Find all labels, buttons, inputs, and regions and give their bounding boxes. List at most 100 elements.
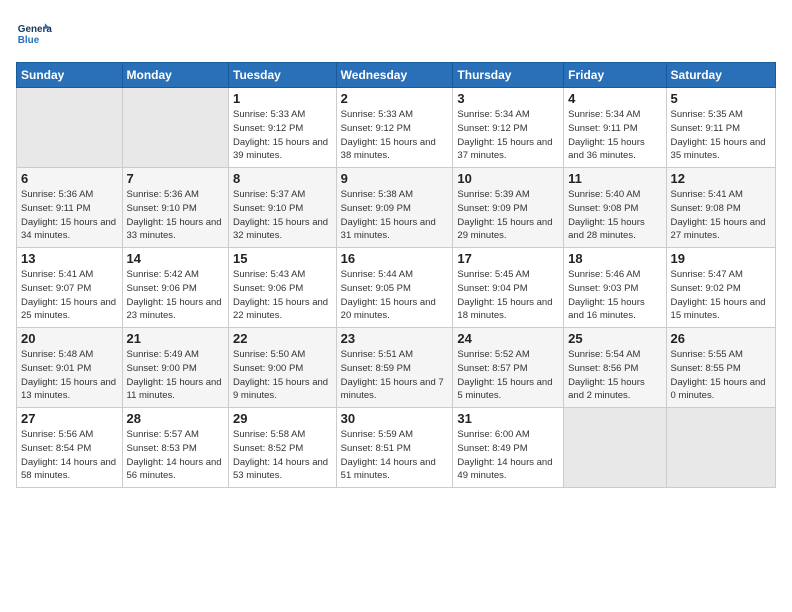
calendar-day-cell: 6 Sunrise: 5:36 AM Sunset: 9:11 PM Dayli… xyxy=(17,168,123,248)
calendar-day-cell xyxy=(666,408,775,488)
page-header: General Blue xyxy=(16,16,776,52)
day-number: 23 xyxy=(341,331,449,346)
calendar-week-row: 1 Sunrise: 5:33 AM Sunset: 9:12 PM Dayli… xyxy=(17,88,776,168)
weekday-header: Thursday xyxy=(453,63,564,88)
calendar-day-cell: 29 Sunrise: 5:58 AM Sunset: 8:52 PM Dayl… xyxy=(229,408,337,488)
day-number: 14 xyxy=(127,251,224,266)
day-number: 27 xyxy=(21,411,118,426)
day-info: Sunrise: 5:55 AM Sunset: 8:55 PM Dayligh… xyxy=(671,348,771,403)
weekday-header: Friday xyxy=(564,63,666,88)
calendar-day-cell: 9 Sunrise: 5:38 AM Sunset: 9:09 PM Dayli… xyxy=(336,168,453,248)
calendar-day-cell: 18 Sunrise: 5:46 AM Sunset: 9:03 PM Dayl… xyxy=(564,248,666,328)
day-info: Sunrise: 5:59 AM Sunset: 8:51 PM Dayligh… xyxy=(341,428,449,483)
logo: General Blue xyxy=(16,16,52,52)
calendar-day-cell: 5 Sunrise: 5:35 AM Sunset: 9:11 PM Dayli… xyxy=(666,88,775,168)
day-info: Sunrise: 5:50 AM Sunset: 9:00 PM Dayligh… xyxy=(233,348,332,403)
day-number: 5 xyxy=(671,91,771,106)
calendar-day-cell xyxy=(122,88,228,168)
day-number: 19 xyxy=(671,251,771,266)
day-number: 17 xyxy=(457,251,559,266)
day-info: Sunrise: 5:54 AM Sunset: 8:56 PM Dayligh… xyxy=(568,348,661,403)
calendar-week-row: 27 Sunrise: 5:56 AM Sunset: 8:54 PM Dayl… xyxy=(17,408,776,488)
calendar-day-cell: 26 Sunrise: 5:55 AM Sunset: 8:55 PM Dayl… xyxy=(666,328,775,408)
day-info: Sunrise: 6:00 AM Sunset: 8:49 PM Dayligh… xyxy=(457,428,559,483)
day-info: Sunrise: 5:58 AM Sunset: 8:52 PM Dayligh… xyxy=(233,428,332,483)
day-info: Sunrise: 5:45 AM Sunset: 9:04 PM Dayligh… xyxy=(457,268,559,323)
calendar-day-cell: 15 Sunrise: 5:43 AM Sunset: 9:06 PM Dayl… xyxy=(229,248,337,328)
calendar-day-cell: 31 Sunrise: 6:00 AM Sunset: 8:49 PM Dayl… xyxy=(453,408,564,488)
calendar-day-cell: 19 Sunrise: 5:47 AM Sunset: 9:02 PM Dayl… xyxy=(666,248,775,328)
day-number: 28 xyxy=(127,411,224,426)
calendar-day-cell: 13 Sunrise: 5:41 AM Sunset: 9:07 PM Dayl… xyxy=(17,248,123,328)
calendar-day-cell: 16 Sunrise: 5:44 AM Sunset: 9:05 PM Dayl… xyxy=(336,248,453,328)
day-number: 7 xyxy=(127,171,224,186)
weekday-header: Saturday xyxy=(666,63,775,88)
day-number: 22 xyxy=(233,331,332,346)
calendar-day-cell: 8 Sunrise: 5:37 AM Sunset: 9:10 PM Dayli… xyxy=(229,168,337,248)
weekday-header: Tuesday xyxy=(229,63,337,88)
day-info: Sunrise: 5:35 AM Sunset: 9:11 PM Dayligh… xyxy=(671,108,771,163)
day-number: 4 xyxy=(568,91,661,106)
calendar-day-cell: 7 Sunrise: 5:36 AM Sunset: 9:10 PM Dayli… xyxy=(122,168,228,248)
calendar-day-cell: 24 Sunrise: 5:52 AM Sunset: 8:57 PM Dayl… xyxy=(453,328,564,408)
day-info: Sunrise: 5:33 AM Sunset: 9:12 PM Dayligh… xyxy=(341,108,449,163)
day-info: Sunrise: 5:36 AM Sunset: 9:11 PM Dayligh… xyxy=(21,188,118,243)
day-number: 18 xyxy=(568,251,661,266)
calendar-day-cell: 22 Sunrise: 5:50 AM Sunset: 9:00 PM Dayl… xyxy=(229,328,337,408)
day-number: 29 xyxy=(233,411,332,426)
day-info: Sunrise: 5:36 AM Sunset: 9:10 PM Dayligh… xyxy=(127,188,224,243)
day-info: Sunrise: 5:33 AM Sunset: 9:12 PM Dayligh… xyxy=(233,108,332,163)
calendar-day-cell: 20 Sunrise: 5:48 AM Sunset: 9:01 PM Dayl… xyxy=(17,328,123,408)
day-number: 20 xyxy=(21,331,118,346)
svg-text:Blue: Blue xyxy=(18,35,40,46)
day-number: 13 xyxy=(21,251,118,266)
day-info: Sunrise: 5:52 AM Sunset: 8:57 PM Dayligh… xyxy=(457,348,559,403)
day-number: 24 xyxy=(457,331,559,346)
weekday-header: Monday xyxy=(122,63,228,88)
day-info: Sunrise: 5:51 AM Sunset: 8:59 PM Dayligh… xyxy=(341,348,449,403)
calendar-day-cell: 17 Sunrise: 5:45 AM Sunset: 9:04 PM Dayl… xyxy=(453,248,564,328)
day-number: 3 xyxy=(457,91,559,106)
calendar-day-cell: 28 Sunrise: 5:57 AM Sunset: 8:53 PM Dayl… xyxy=(122,408,228,488)
day-number: 8 xyxy=(233,171,332,186)
day-info: Sunrise: 5:42 AM Sunset: 9:06 PM Dayligh… xyxy=(127,268,224,323)
day-number: 31 xyxy=(457,411,559,426)
day-number: 6 xyxy=(21,171,118,186)
day-number: 21 xyxy=(127,331,224,346)
day-info: Sunrise: 5:43 AM Sunset: 9:06 PM Dayligh… xyxy=(233,268,332,323)
day-info: Sunrise: 5:37 AM Sunset: 9:10 PM Dayligh… xyxy=(233,188,332,243)
weekday-header-row: SundayMondayTuesdayWednesdayThursdayFrid… xyxy=(17,63,776,88)
day-number: 12 xyxy=(671,171,771,186)
calendar-day-cell: 14 Sunrise: 5:42 AM Sunset: 9:06 PM Dayl… xyxy=(122,248,228,328)
calendar-day-cell: 25 Sunrise: 5:54 AM Sunset: 8:56 PM Dayl… xyxy=(564,328,666,408)
day-number: 25 xyxy=(568,331,661,346)
logo-icon: General Blue xyxy=(16,16,52,52)
calendar-table: SundayMondayTuesdayWednesdayThursdayFrid… xyxy=(16,62,776,488)
day-info: Sunrise: 5:38 AM Sunset: 9:09 PM Dayligh… xyxy=(341,188,449,243)
day-info: Sunrise: 5:47 AM Sunset: 9:02 PM Dayligh… xyxy=(671,268,771,323)
day-info: Sunrise: 5:40 AM Sunset: 9:08 PM Dayligh… xyxy=(568,188,661,243)
day-number: 30 xyxy=(341,411,449,426)
calendar-week-row: 20 Sunrise: 5:48 AM Sunset: 9:01 PM Dayl… xyxy=(17,328,776,408)
calendar-day-cell: 3 Sunrise: 5:34 AM Sunset: 9:12 PM Dayli… xyxy=(453,88,564,168)
day-number: 1 xyxy=(233,91,332,106)
calendar-day-cell: 2 Sunrise: 5:33 AM Sunset: 9:12 PM Dayli… xyxy=(336,88,453,168)
day-info: Sunrise: 5:39 AM Sunset: 9:09 PM Dayligh… xyxy=(457,188,559,243)
day-info: Sunrise: 5:34 AM Sunset: 9:12 PM Dayligh… xyxy=(457,108,559,163)
calendar-day-cell: 11 Sunrise: 5:40 AM Sunset: 9:08 PM Dayl… xyxy=(564,168,666,248)
day-number: 15 xyxy=(233,251,332,266)
day-info: Sunrise: 5:41 AM Sunset: 9:08 PM Dayligh… xyxy=(671,188,771,243)
calendar-day-cell: 12 Sunrise: 5:41 AM Sunset: 9:08 PM Dayl… xyxy=(666,168,775,248)
day-number: 10 xyxy=(457,171,559,186)
calendar-day-cell: 30 Sunrise: 5:59 AM Sunset: 8:51 PM Dayl… xyxy=(336,408,453,488)
calendar-day-cell: 1 Sunrise: 5:33 AM Sunset: 9:12 PM Dayli… xyxy=(229,88,337,168)
calendar-day-cell xyxy=(564,408,666,488)
day-info: Sunrise: 5:57 AM Sunset: 8:53 PM Dayligh… xyxy=(127,428,224,483)
weekday-header: Sunday xyxy=(17,63,123,88)
weekday-header: Wednesday xyxy=(336,63,453,88)
day-info: Sunrise: 5:34 AM Sunset: 9:11 PM Dayligh… xyxy=(568,108,661,163)
day-info: Sunrise: 5:44 AM Sunset: 9:05 PM Dayligh… xyxy=(341,268,449,323)
calendar-day-cell: 27 Sunrise: 5:56 AM Sunset: 8:54 PM Dayl… xyxy=(17,408,123,488)
day-number: 11 xyxy=(568,171,661,186)
day-info: Sunrise: 5:41 AM Sunset: 9:07 PM Dayligh… xyxy=(21,268,118,323)
